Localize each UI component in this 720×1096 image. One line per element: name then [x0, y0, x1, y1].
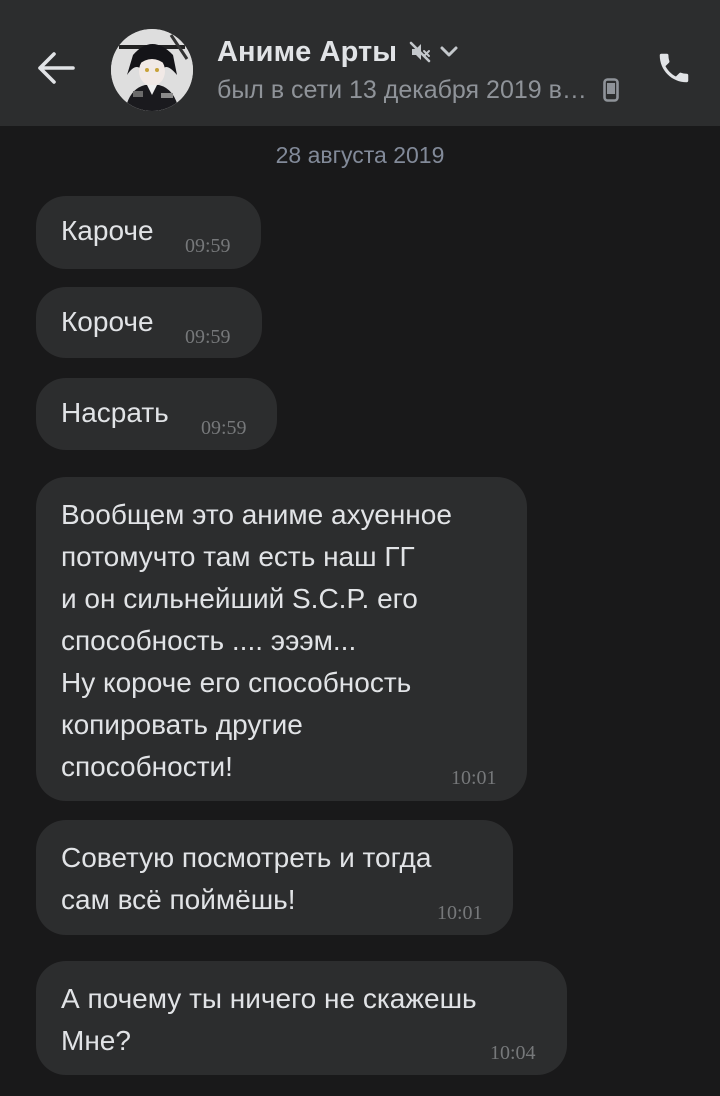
message-text: Насрать: [61, 397, 169, 428]
message-time: 10:01: [437, 902, 483, 924]
message-text: Короче: [61, 306, 154, 337]
call-button[interactable]: [648, 44, 700, 96]
date-separator: 28 августа 2019: [275, 142, 445, 168]
message-text: Кароче: [61, 215, 154, 246]
avatar-image: [111, 29, 193, 111]
online-status: был в сети 13 декабря 2019 в 21:30: [217, 74, 619, 106]
message-bubble[interactable]: А почему ты ничего не скажешь Мне? 10:04: [36, 961, 567, 1075]
chat-title-text: Аниме Арты: [217, 35, 398, 68]
last-seen-text: был в сети 13 декабря 2019 в 21:30: [217, 75, 587, 104]
back-button[interactable]: [26, 44, 86, 96]
message-text: А почему ты ничего не скажешь Мне?: [61, 983, 477, 1056]
chevron-down-icon: [439, 45, 459, 59]
message-bubble[interactable]: Короче 09:59: [36, 287, 262, 358]
message-time: 09:59: [185, 326, 231, 348]
message-time: 10:01: [451, 767, 497, 789]
message-time: 09:59: [201, 417, 247, 439]
avatar[interactable]: [111, 29, 193, 111]
message-bubble[interactable]: Насрать 09:59: [36, 378, 277, 450]
arrow-left-icon: [36, 51, 76, 90]
message-bubble[interactable]: Кароче 09:59: [36, 196, 261, 269]
mobile-phone-icon: [603, 78, 619, 102]
message-bubble[interactable]: Вообщем это аниме ахуенное потомучто там…: [36, 477, 527, 801]
message-time: 10:04: [490, 1042, 536, 1064]
message-time: 09:59: [185, 235, 231, 257]
chat-header: Аниме Арты был в сети 13 декабря 2019 в …: [0, 0, 720, 126]
message-bubble[interactable]: Советую посмотреть и тогда сам всё поймё…: [36, 820, 513, 935]
phone-call-icon: [655, 49, 693, 92]
muted-speaker-icon: [409, 41, 431, 63]
chat-title[interactable]: Аниме Арты: [217, 33, 459, 71]
message-text: Советую посмотреть и тогда сам всё поймё…: [61, 842, 432, 915]
message-text: Вообщем это аниме ахуенное потомучто там…: [61, 499, 452, 782]
